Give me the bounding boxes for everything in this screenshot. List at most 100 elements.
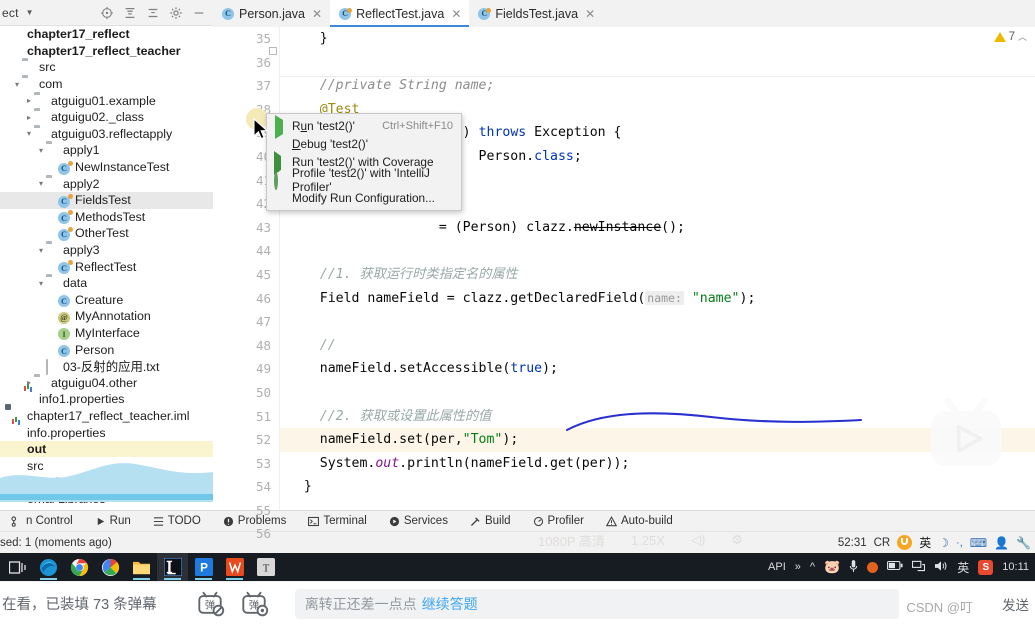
keyboard-icon[interactable]: ⌨ [970,536,987,550]
wps-icon[interactable] [219,553,250,581]
powerpoint-icon[interactable]: P [188,553,219,581]
code-line[interactable]: // [280,334,1035,358]
expand-all-icon[interactable] [123,6,137,20]
tree-node[interactable]: ▾ apply1 [0,142,213,159]
tree-node[interactable]: ▸ atguigu04.other [0,374,213,391]
tree-node[interactable]: ▾ atguigu03.reflectapply [0,126,213,143]
tool-strip-item[interactable]: TODO [142,515,212,527]
windows-taskbar[interactable]: P T API » ^ 🐷 英 S 10:11 [0,553,1035,581]
tree-node[interactable]: src [0,59,213,76]
typora-icon[interactable]: T [250,553,281,581]
tree-node[interactable]: C NewInstanceTest [0,159,213,176]
settings-gear-icon[interactable] [169,6,183,20]
taskbar-ime-label[interactable]: 英 [957,559,969,576]
tree-node[interactable]: info.properties [0,424,213,441]
tool-strip-item[interactable]: Profiler [522,515,595,527]
close-icon[interactable]: ✕ [451,7,461,21]
line-number[interactable]: 56 [213,522,280,546]
tree-node[interactable]: @ MyAnnotation [0,308,213,325]
chevron-down-icon[interactable]: ▼ [26,8,34,17]
edge-icon[interactable] [33,553,64,581]
tree-node[interactable]: ▸ atguigu01.example [0,92,213,109]
danmaku-input[interactable]: 离转正还差一点点 继续答题 [294,588,899,619]
tools-icon[interactable]: 🔧 [1016,536,1031,550]
danmaku-send-button[interactable]: 发送 [1002,594,1035,614]
tree-node[interactable]: ▾ apply2 [0,175,213,192]
editor-tab-bar[interactable]: C Person.java ✕ C ReflectTest.java ✕ C FieldsTe… [213,0,1035,27]
caret-position[interactable]: 52:31 [838,537,867,549]
editor-tab[interactable]: C FieldsTest.java ✕ [469,0,603,27]
volume-icon[interactable] [934,560,948,575]
context-menu-item[interactable]: Profile 'test2()' with 'IntelliJ Profile… [267,166,461,194]
project-tree[interactable]: chapter17_reflect chapter17_reflect_teach… [0,26,213,510]
ime-chinese-icon[interactable]: 英 [919,534,931,551]
tree-node[interactable]: ▸ atguigu02._class [0,109,213,126]
chevron-double-icon[interactable]: » [795,561,801,573]
tree-node[interactable]: ▾ apply3 [0,242,213,259]
code-line[interactable] [280,310,1035,334]
chevron-up-icon[interactable]: ^ [810,561,815,573]
tray-api-label[interactable]: API [768,561,786,573]
tool-strip-item[interactable]: Build [459,515,522,527]
code-line[interactable]: } [280,475,1035,499]
tree-node[interactable]: C OtherTest [0,225,213,242]
network-icon[interactable] [912,560,926,575]
locate-target-icon[interactable] [100,6,114,20]
tool-strip-item[interactable]: n Control [0,515,84,527]
danmaku-input-cta[interactable]: 继续答题 [422,594,478,614]
code-line[interactable]: Field nameField = clazz.getDeclaredField… [280,287,1035,311]
tree-node[interactable]: 03-反射的应用.txt [0,358,213,375]
tree-node[interactable]: C MethodsTest [0,209,213,226]
microphone-icon[interactable] [849,559,858,576]
line-separator[interactable]: CR [874,537,891,549]
minimize-icon[interactable] [192,6,206,20]
collapse-all-icon[interactable] [146,6,160,20]
tree-node[interactable]: C Person [0,341,213,358]
close-icon[interactable]: ✕ [312,7,322,21]
tree-node[interactable]: info1.properties [0,391,213,408]
tool-strip-item[interactable]: Auto-build [595,515,684,527]
taskbar-app-icons[interactable]: P T [0,553,281,581]
chevron-down-icon[interactable]: ▾ [36,146,46,155]
task-view-icon[interactable] [2,553,33,581]
taskbar-clock[interactable]: 10:11 [1002,561,1029,573]
chevron-down-icon[interactable]: ▾ [36,279,46,288]
code-line[interactable]: = (Person) clazz.newInstance(); [280,216,1035,240]
inspection-widget[interactable]: 7 ︿ [993,30,1027,43]
context-menu-item[interactable]: Modify Run Configuration... [267,189,461,207]
danmaku-buttons[interactable]: 弹 弹 [195,590,269,617]
record-dot-icon[interactable] [867,561,879,573]
battery-icon[interactable] [887,560,903,574]
uc-browser-icon[interactable] [897,535,913,550]
tool-strip-item[interactable]: Services [378,515,459,527]
editor-tab[interactable]: C Person.java ✕ [213,0,330,27]
fold-gutter[interactable] [267,27,279,510]
moon-icon[interactable]: ☽ [938,536,949,550]
tree-node[interactable]: chapter17_reflect_teacher.iml [0,408,213,425]
photos-icon[interactable] [95,553,126,581]
sogou-icon[interactable]: S [978,559,994,575]
danmaku-settings-icon[interactable]: 弹 [239,590,269,617]
code-line[interactable] [280,239,1035,263]
code-line[interactable]: } [280,27,1035,51]
chevron-right-icon[interactable]: ▸ [24,113,34,122]
tree-node[interactable]: I MyInterface [0,325,213,342]
editor-tab[interactable]: C ReflectTest.java ✕ [330,0,470,27]
chevron-up-icon[interactable]: ︿ [1018,30,1027,43]
user-icon[interactable]: 👤 [994,536,1009,550]
tree-node[interactable]: ▾ com [0,76,213,93]
tree-node[interactable]: C FieldsTest [0,191,213,209]
fold-marker[interactable] [269,47,277,55]
tool-strip-item[interactable]: Run [84,515,142,527]
context-menu-item[interactable]: Run 'test2()' Ctrl+Shift+F10 [267,114,461,139]
close-icon[interactable]: ✕ [585,7,595,21]
pig-icon[interactable]: 🐷 [824,559,840,575]
intellij-idea-icon[interactable] [157,553,188,581]
chrome-icon[interactable] [64,553,95,581]
code-line[interactable] [280,51,1035,75]
code-line[interactable] [280,499,1035,510]
ime-punct-icon[interactable]: ·, [956,537,963,549]
system-tray[interactable]: API » ^ 🐷 英 S 10:11 [768,559,1035,576]
code-line[interactable]: //private String name; [280,74,1035,98]
tree-node[interactable]: C ReflectTest [0,258,213,275]
